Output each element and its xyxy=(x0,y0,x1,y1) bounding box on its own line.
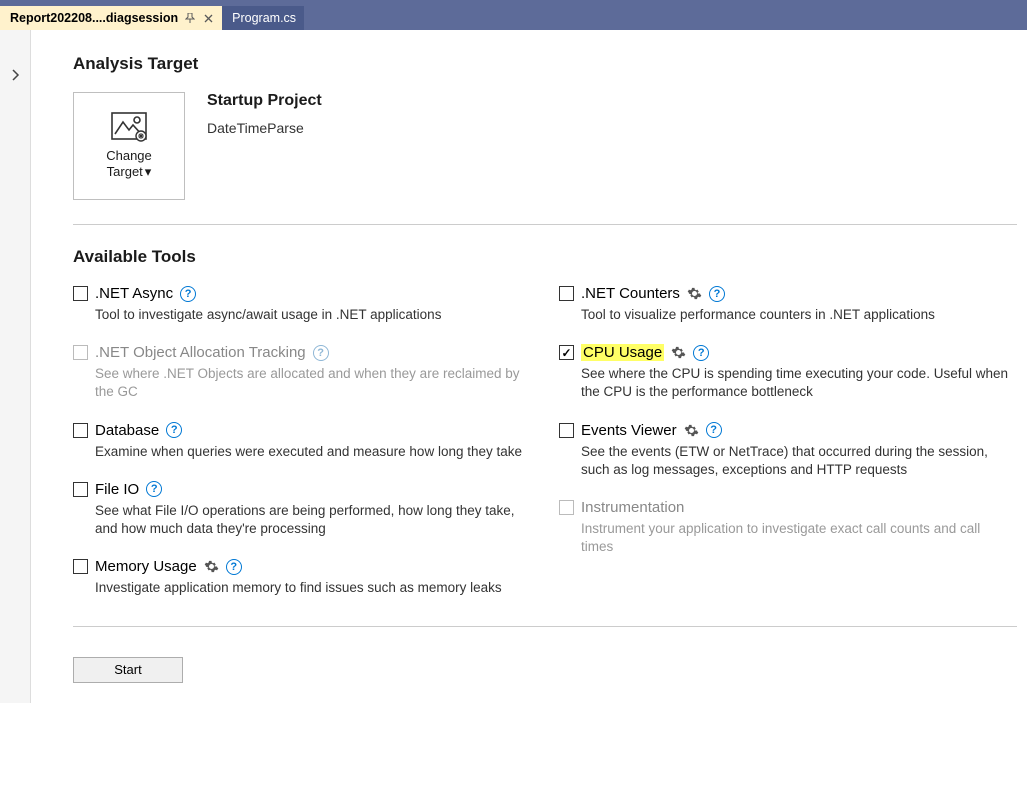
analysis-target-heading: Analysis Target xyxy=(73,54,1017,74)
tool-description: Tool to investigate async/await usage in… xyxy=(95,306,525,324)
target-subtitle: DateTimeParse xyxy=(207,120,322,136)
tool-cpu-usage: CPU Usage? See where the CPU is spending … xyxy=(559,344,1017,401)
tool-file-io: File IO? See what File I/O operations are… xyxy=(73,481,531,538)
tool-memory-usage: Memory Usage? Investigate application mem… xyxy=(73,558,531,597)
tool-head: Instrumentation xyxy=(559,499,1017,516)
change-target-label: Change Target ▾ xyxy=(106,148,152,181)
tab-program-cs[interactable]: Program.cs xyxy=(222,6,304,30)
tool-events-viewer: Events Viewer? See the events (ETW or Net… xyxy=(559,422,1017,479)
tool-name: .NET Async xyxy=(95,285,173,302)
tool-checkbox[interactable] xyxy=(559,286,574,301)
help-icon[interactable]: ? xyxy=(706,422,722,438)
tool-description: Tool to visualize performance counters i… xyxy=(581,306,1011,324)
tool-checkbox[interactable] xyxy=(559,423,574,438)
tool-checkbox[interactable] xyxy=(73,482,88,497)
help-icon[interactable]: ? xyxy=(146,481,162,497)
tool-instrumentation: Instrumentation Instrument your applicati… xyxy=(559,499,1017,556)
tool-name: Memory Usage xyxy=(95,558,197,575)
chevron-down-icon: ▾ xyxy=(145,164,152,180)
tool-head: .NET Object Allocation Tracking? xyxy=(73,344,531,361)
tool-name: .NET Counters xyxy=(581,285,680,302)
gear-icon[interactable] xyxy=(204,559,219,574)
tool-description: Investigate application memory to find i… xyxy=(95,579,525,597)
help-icon[interactable]: ? xyxy=(226,559,242,575)
tools-column-left: .NET Async? Tool to investigate async/awa… xyxy=(73,285,531,598)
help-icon[interactable]: ? xyxy=(180,286,196,302)
tool-checkbox xyxy=(559,500,574,515)
available-tools-heading: Available Tools xyxy=(73,247,1017,267)
gear-icon[interactable] xyxy=(684,423,699,438)
tool-net-obj-alloc: .NET Object Allocation Tracking? See wher… xyxy=(73,344,531,401)
help-icon[interactable]: ? xyxy=(313,345,329,361)
tools-column-right: .NET Counters? Tool to visualize performa… xyxy=(559,285,1017,598)
start-button[interactable]: Start xyxy=(73,657,183,683)
pin-icon[interactable] xyxy=(184,12,196,24)
target-title: Startup Project xyxy=(207,92,322,110)
profiler-content: Analysis Target Change Target ▾ xyxy=(30,30,1027,703)
left-gutter xyxy=(0,30,30,703)
tool-checkbox[interactable] xyxy=(73,286,88,301)
tab-label: Program.cs xyxy=(232,11,296,25)
tool-head: .NET Counters? xyxy=(559,285,1017,302)
tool-checkbox[interactable] xyxy=(73,559,88,574)
tool-name: Instrumentation xyxy=(581,499,684,516)
gear-icon[interactable] xyxy=(687,286,702,301)
tab-label: Report202208....diagsession xyxy=(10,11,178,25)
tool-head: .NET Async? xyxy=(73,285,531,302)
expand-gutter-button[interactable] xyxy=(0,60,30,90)
divider xyxy=(73,626,1017,627)
divider xyxy=(73,224,1017,225)
tool-description: Examine when queries were executed and m… xyxy=(95,443,525,461)
tool-name: .NET Object Allocation Tracking xyxy=(95,344,306,361)
change-target-button[interactable]: Change Target ▾ xyxy=(73,92,185,200)
tool-description: See the events (ETW or NetTrace) that oc… xyxy=(581,443,1011,479)
target-image-icon xyxy=(111,112,147,142)
tool-checkbox[interactable] xyxy=(559,345,574,360)
tool-net-counters: .NET Counters? Tool to visualize performa… xyxy=(559,285,1017,324)
help-icon[interactable]: ? xyxy=(693,345,709,361)
tool-checkbox[interactable] xyxy=(73,423,88,438)
help-icon[interactable]: ? xyxy=(166,422,182,438)
gear-icon[interactable] xyxy=(671,345,686,360)
tool-description: Instrument your application to investiga… xyxy=(581,520,1011,556)
tool-description: See where .NET Objects are allocated and… xyxy=(95,365,525,401)
tool-head: Memory Usage? xyxy=(73,558,531,575)
tool-head: Database? xyxy=(73,422,531,439)
tool-head: File IO? xyxy=(73,481,531,498)
tool-description: See what File I/O operations are being p… xyxy=(95,502,525,538)
tool-description: See where the CPU is spending time execu… xyxy=(581,365,1011,401)
close-icon[interactable] xyxy=(202,12,214,24)
tool-name: File IO xyxy=(95,481,139,498)
tool-database: Database? Examine when queries were execu… xyxy=(73,422,531,461)
tool-name: Events Viewer xyxy=(581,422,677,439)
help-icon[interactable]: ? xyxy=(709,286,725,302)
tab-diagsession[interactable]: Report202208....diagsession xyxy=(0,6,222,30)
tool-head: CPU Usage? xyxy=(559,344,1017,361)
tool-net-async: .NET Async? Tool to investigate async/awa… xyxy=(73,285,531,324)
target-info: Startup Project DateTimeParse xyxy=(207,92,322,136)
tool-checkbox xyxy=(73,345,88,360)
tool-name: CPU Usage xyxy=(581,344,664,361)
tool-name: Database xyxy=(95,422,159,439)
tool-head: Events Viewer? xyxy=(559,422,1017,439)
document-tabstrip: Report202208....diagsession Program.cs xyxy=(0,6,1027,30)
